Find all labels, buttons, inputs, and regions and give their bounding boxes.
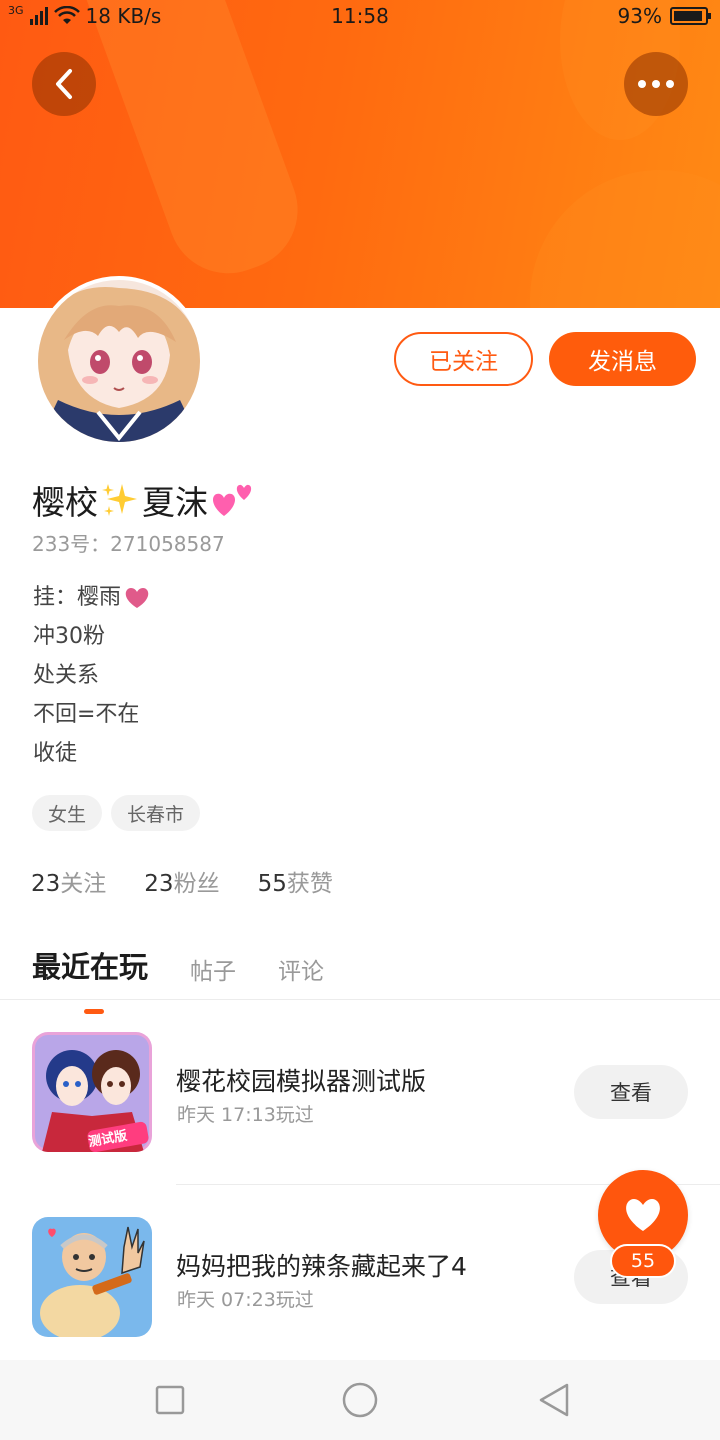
- game-played-time: 昨天 17:13玩过: [177, 1104, 314, 1126]
- bio-line: 收徒: [33, 741, 78, 766]
- bio-line: 挂：樱雨: [33, 578, 151, 617]
- nav-back-button[interactable]: [534, 1380, 574, 1420]
- tabs-divider: [0, 999, 720, 1000]
- clock: 11:58: [331, 4, 389, 28]
- send-message-button[interactable]: 发消息: [549, 332, 696, 386]
- tab-recently-played[interactable]: 最近在玩: [32, 936, 148, 1014]
- battery-percent: 93%: [617, 4, 662, 28]
- bio-line: 冲30粉: [33, 624, 105, 649]
- following-button[interactable]: 已关注: [394, 332, 533, 386]
- bio-line: 处关系: [33, 663, 100, 688]
- heart-icon: [626, 1199, 660, 1231]
- back-button[interactable]: [32, 52, 96, 116]
- status-bar: 3G 18 KB/s 11:58 93%: [0, 0, 720, 34]
- bio-line: 不回=不在: [33, 702, 140, 727]
- followers-count[interactable]: 23粉丝: [144, 864, 219, 898]
- location-tag: 长春市: [111, 795, 201, 831]
- game-icon-image: 测试版: [32, 1032, 152, 1152]
- nickname-suffix: 夏沫: [142, 483, 208, 522]
- circle-icon: [342, 1382, 378, 1418]
- anime-girl-avatar-image: [38, 280, 200, 442]
- avatar[interactable]: [34, 276, 204, 446]
- sparkles-icon: [102, 484, 137, 516]
- system-nav-bar: [0, 1360, 720, 1440]
- tab-comments[interactable]: 评论: [278, 944, 324, 986]
- recents-button[interactable]: [150, 1380, 190, 1420]
- following-count[interactable]: 23关注: [31, 864, 106, 898]
- gender-tag: 女生: [32, 795, 103, 831]
- battery-icon: [670, 7, 711, 25]
- game-played-time: 昨天 07:23玩过: [177, 1289, 314, 1311]
- profile-nickname: 樱校 夏沫: [32, 476, 256, 524]
- home-button[interactable]: [340, 1380, 380, 1420]
- game-icon-image: [32, 1217, 152, 1337]
- game-title: 樱花校园模拟器测试版: [176, 1067, 427, 1096]
- heart-icon: [125, 587, 149, 608]
- square-icon: [155, 1385, 185, 1415]
- profile-tabs: 最近在玩 帖子 评论: [32, 936, 366, 1014]
- view-game-button[interactable]: 查看: [574, 1065, 688, 1119]
- two-hearts-icon: [213, 484, 252, 516]
- game-title: 妈妈把我的辣条藏起来了4: [176, 1252, 467, 1281]
- profile-stats: 23关注 23粉丝 55获赞: [31, 864, 333, 898]
- nickname-text: 樱校: [32, 483, 98, 522]
- more-button[interactable]: [624, 52, 688, 116]
- likes-count: 55获赞: [257, 871, 333, 897]
- user-id: 233号：271058587: [32, 532, 225, 556]
- tab-posts[interactable]: 帖子: [190, 944, 236, 986]
- profile-tags: 女生 长春市: [32, 795, 201, 831]
- list-item[interactable]: 测试版 樱花校园模拟器测试版 昨天 17:13玩过 查看: [0, 1032, 720, 1182]
- profile-bio: 挂：樱雨 冲30粉 处关系 不回=不在 收徒: [33, 578, 151, 773]
- triangle-back-icon: [539, 1383, 569, 1417]
- like-count-badge: 55: [610, 1244, 676, 1278]
- more-dots-icon: [638, 80, 674, 88]
- header-banner: [0, 0, 720, 308]
- chevron-left-icon: [56, 69, 72, 99]
